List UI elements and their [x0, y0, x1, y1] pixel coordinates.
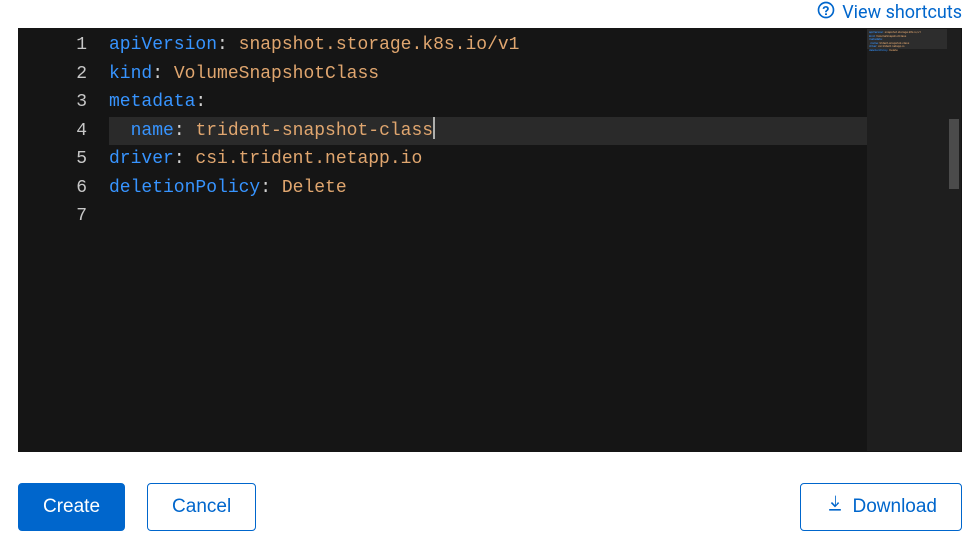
code-line: kind: VolumeSnapshotClass: [109, 60, 867, 89]
line-number: 2: [19, 60, 87, 89]
download-icon: [825, 494, 845, 520]
download-button-label: Download: [853, 496, 938, 518]
scrollbar-thumb[interactable]: [949, 119, 959, 189]
footer-actions: Create Cancel Download: [18, 483, 962, 531]
code-line: [109, 202, 867, 231]
view-shortcuts-link[interactable]: View shortcuts: [816, 0, 962, 25]
line-number-gutter: 1234567: [19, 31, 109, 451]
editor-main: 1234567 apiVersion: snapshot.storage.k8s…: [19, 29, 867, 451]
line-number: 4: [19, 117, 87, 146]
view-shortcuts-label: View shortcuts: [842, 2, 962, 23]
code-line: metadata:: [109, 88, 867, 117]
line-number: 1: [19, 31, 87, 60]
code-line: name: trident-snapshot-class: [109, 117, 867, 146]
code-area[interactable]: apiVersion: snapshot.storage.k8s.io/v1ki…: [109, 31, 867, 451]
minimap[interactable]: apiVersion: snapshot.storage.k8s.io/v1ki…: [867, 29, 947, 451]
minimap-content: apiVersion: snapshot.storage.k8s.io/v1ki…: [869, 31, 937, 53]
question-circle-icon: [816, 0, 836, 25]
cancel-button-label: Cancel: [172, 496, 231, 518]
line-number: 7: [19, 202, 87, 231]
vertical-scrollbar[interactable]: [947, 29, 961, 451]
create-button-label: Create: [43, 496, 100, 518]
code-line: apiVersion: snapshot.storage.k8s.io/v1: [109, 31, 867, 60]
code-line: driver: csi.trident.netapp.io: [109, 145, 867, 174]
line-number: 6: [19, 174, 87, 203]
code-line: deletionPolicy: Delete: [109, 174, 867, 203]
line-number: 5: [19, 145, 87, 174]
line-number: 3: [19, 88, 87, 117]
yaml-editor[interactable]: 1234567 apiVersion: snapshot.storage.k8s…: [18, 28, 962, 452]
cancel-button[interactable]: Cancel: [147, 483, 256, 531]
download-button[interactable]: Download: [800, 483, 963, 531]
create-button[interactable]: Create: [18, 483, 125, 531]
